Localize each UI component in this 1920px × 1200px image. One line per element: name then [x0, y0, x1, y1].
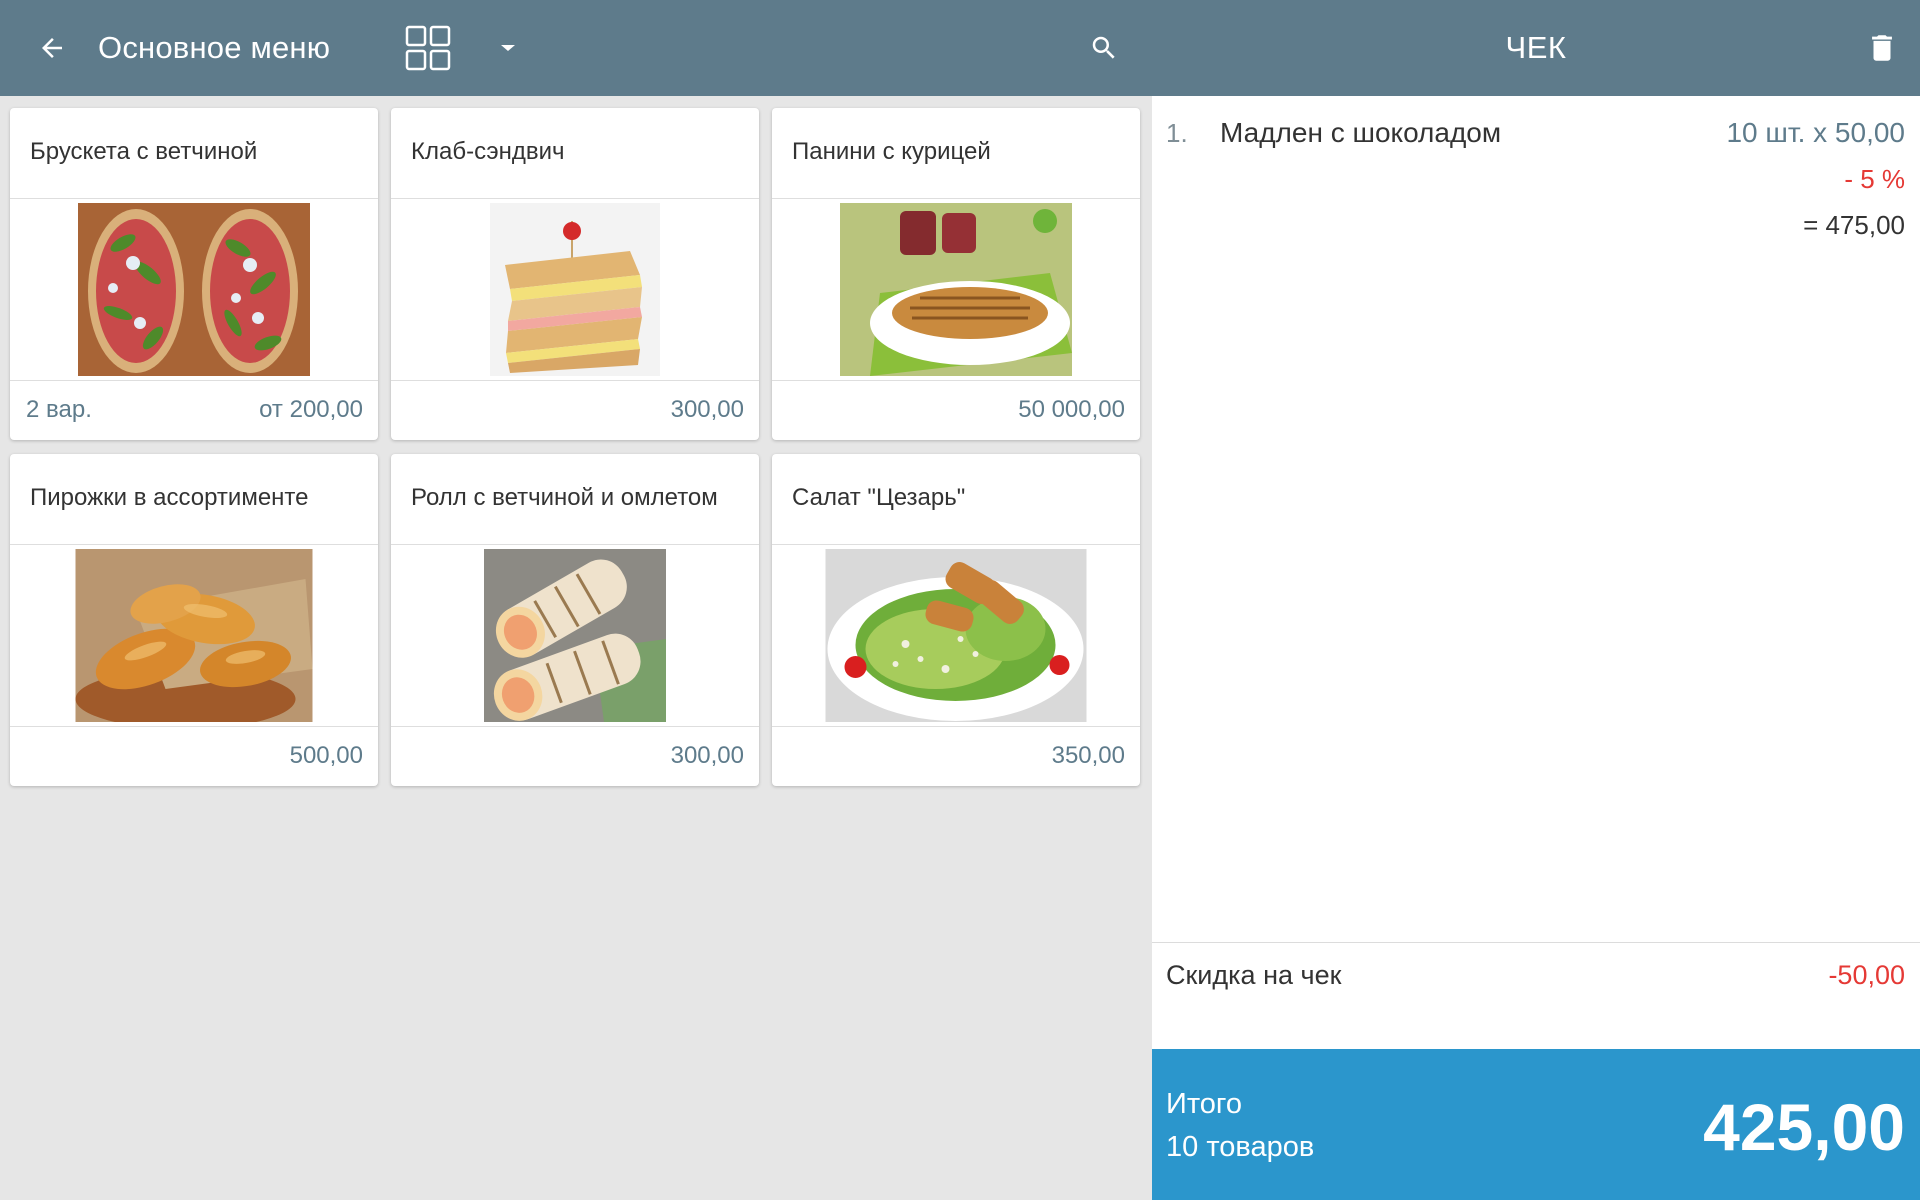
- total-label: Итого: [1166, 1088, 1242, 1120]
- product-price: 300,00: [670, 742, 744, 769]
- card-divider: [391, 198, 759, 199]
- bruschetta-photo: [78, 203, 310, 376]
- line-total: = 475,00: [1803, 210, 1905, 240]
- product-name: Брускета с ветчиной: [30, 138, 258, 165]
- card-divider: [10, 726, 378, 727]
- menu-title[interactable]: Основное меню: [98, 28, 330, 68]
- card-divider: [10, 544, 378, 545]
- card-divider: [772, 198, 1140, 199]
- card-divider: [10, 198, 378, 199]
- product-card-panini[interactable]: Панини с курицей 50 000,00: [772, 108, 1140, 440]
- line-discount: - 5 %: [1844, 164, 1905, 194]
- product-variants: 2 вар.: [26, 396, 92, 423]
- grid-view-icon: [405, 25, 451, 71]
- product-name: Клаб-сэндвич: [411, 138, 565, 165]
- card-divider: [391, 544, 759, 545]
- product-card-caesar-salad[interactable]: Салат "Цезарь" 350,00: [772, 454, 1140, 786]
- panini-photo: [840, 203, 1072, 376]
- check-discount-label: Скидка на чек: [1166, 960, 1342, 990]
- view-dropdown-button[interactable]: [490, 30, 526, 66]
- card-divider: [10, 380, 378, 381]
- product-card-roll[interactable]: Ролл с ветчиной и омлетом 300,00: [391, 454, 759, 786]
- product-card-bruschetta[interactable]: Брускета с ветчиной 2 вар. от 200,00: [10, 108, 378, 440]
- arrow-back-icon: [42, 38, 62, 58]
- product-grid: Брускета с ветчиной 2 вар. от 200,00 Кла…: [0, 96, 1152, 1200]
- trash-icon: [1872, 35, 1892, 61]
- clear-receipt-button[interactable]: [1858, 24, 1906, 72]
- roll-photo: [484, 549, 666, 722]
- card-divider: [391, 380, 759, 381]
- line-item-name: Мадлен с шоколадом: [1220, 117, 1502, 148]
- grid-view-button[interactable]: [404, 24, 452, 72]
- product-name: Ролл с ветчиной и омлетом: [411, 484, 718, 511]
- check-discount-value: -50,00: [1828, 960, 1905, 990]
- card-divider: [772, 544, 1140, 545]
- product-name: Панини с курицей: [792, 138, 991, 165]
- line-number: 1.: [1166, 118, 1188, 148]
- total-pay-button[interactable]: Итого 10 товаров 425,00: [1152, 1049, 1920, 1200]
- receipt-title: ЧЕК: [1505, 30, 1567, 65]
- total-amount: 425,00: [1703, 1090, 1905, 1164]
- total-items-count: 10 товаров: [1166, 1131, 1315, 1163]
- product-price: 350,00: [1051, 742, 1125, 769]
- caesar-salad-photo: [825, 549, 1087, 722]
- search-icon: [1092, 36, 1115, 59]
- product-card-club-sandwich[interactable]: Клаб-сэндвич 300,00: [391, 108, 759, 440]
- card-divider: [391, 726, 759, 727]
- back-button[interactable]: [30, 26, 74, 70]
- receipt-divider: [1152, 942, 1920, 943]
- product-price: 50 000,00: [1018, 396, 1125, 423]
- product-name: Салат "Цезарь": [792, 484, 966, 511]
- product-price: 300,00: [670, 396, 744, 423]
- pos-screen: Основное меню ЧЕК Брускета с ветчиной 2 …: [0, 0, 1920, 1200]
- top-bar: Основное меню ЧЕК: [0, 0, 1920, 96]
- product-price: 500,00: [289, 742, 363, 769]
- product-name: Пирожки в ассортименте: [30, 484, 309, 511]
- receipt-panel: 1. Мадлен с шоколадом 10 шт. x 50,00 - 5…: [1152, 96, 1920, 1200]
- dropdown-arrow-icon: [501, 45, 515, 51]
- club-sandwich-photo: [490, 203, 660, 376]
- line-quantity-price: 10 шт. x 50,00: [1726, 117, 1905, 148]
- product-price: от 200,00: [259, 396, 363, 423]
- card-divider: [772, 726, 1140, 727]
- product-card-pies[interactable]: Пирожки в ассортименте 500,00: [10, 454, 378, 786]
- search-button[interactable]: [1082, 26, 1126, 70]
- card-divider: [772, 380, 1140, 381]
- pies-photo: [75, 549, 313, 722]
